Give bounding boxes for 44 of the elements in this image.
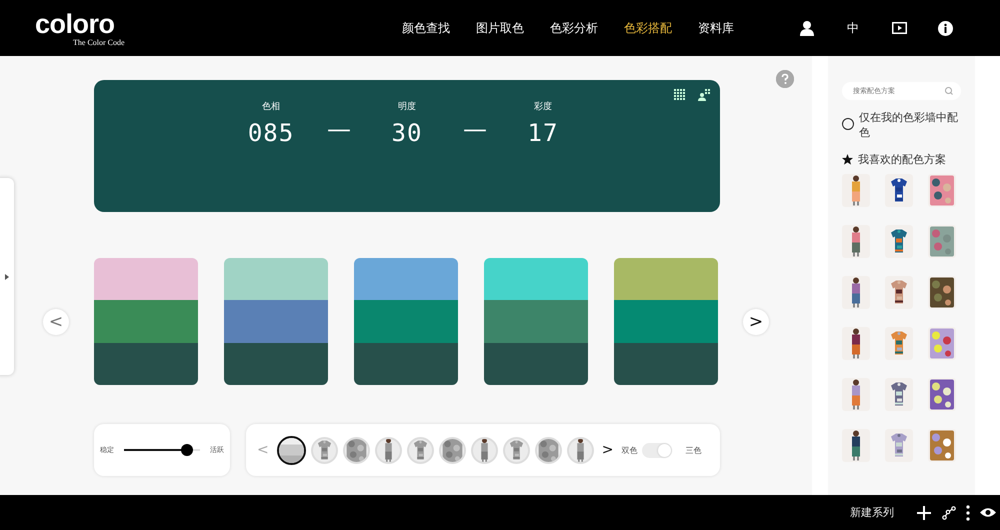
chevron-icon[interactable] bbox=[4, 274, 10, 280]
add-icon[interactable] bbox=[916, 504, 932, 520]
eye-icon[interactable] bbox=[980, 507, 996, 518]
palette-card[interactable] bbox=[224, 258, 328, 385]
next-button[interactable]: > bbox=[598, 442, 616, 458]
new-series-label[interactable]: 新建系列 bbox=[850, 505, 894, 520]
style-option[interactable] bbox=[276, 436, 306, 464]
separator: — bbox=[462, 115, 488, 143]
favorites-title: 我喜欢的配色方案 bbox=[858, 152, 946, 167]
field-label: 明度 bbox=[398, 100, 416, 113]
separator: — bbox=[326, 115, 352, 143]
field-value: 30 bbox=[392, 119, 422, 147]
toggle-label: 三色 bbox=[685, 444, 702, 456]
language-button[interactable]: 中 bbox=[841, 18, 865, 38]
user-icon[interactable] bbox=[800, 20, 814, 36]
field-value: 17 bbox=[528, 119, 558, 147]
nodes-icon[interactable] bbox=[942, 506, 956, 520]
field-value: 085 bbox=[248, 119, 294, 147]
field-label: 彩度 bbox=[534, 100, 552, 113]
nav-item[interactable]: 色彩搭配 bbox=[624, 20, 672, 36]
color-count-toggle[interactable] bbox=[642, 442, 672, 458]
star-icon bbox=[842, 154, 853, 165]
tagline: The Color Code bbox=[73, 38, 125, 46]
next-button[interactable]: > bbox=[743, 308, 769, 334]
palette-card[interactable] bbox=[354, 258, 458, 385]
palette-card[interactable] bbox=[614, 258, 718, 385]
nav-item[interactable]: 图片取色 bbox=[476, 20, 524, 36]
more-icon[interactable] bbox=[966, 504, 970, 520]
radio-label[interactable]: 仅在我的色彩墙中配色 bbox=[859, 110, 961, 140]
logo[interactable]: coloro bbox=[35, 10, 115, 38]
nav-item[interactable]: 颜色查找 bbox=[402, 20, 450, 36]
palette-card[interactable] bbox=[94, 258, 198, 385]
previous-button[interactable]: < bbox=[43, 308, 69, 334]
palette-card[interactable] bbox=[484, 258, 588, 385]
radio-button[interactable] bbox=[842, 118, 854, 130]
video-icon[interactable] bbox=[892, 22, 906, 34]
grid-icon[interactable] bbox=[674, 89, 686, 101]
nav-item[interactable]: 色彩分析 bbox=[550, 20, 598, 36]
nav-item[interactable]: 资料库 bbox=[698, 20, 734, 36]
field-label: 色相 bbox=[262, 100, 280, 113]
toggle-label: 双色 bbox=[621, 444, 638, 456]
person-grid-icon[interactable] bbox=[698, 89, 710, 101]
info-icon[interactable] bbox=[938, 20, 952, 36]
slider-thumb[interactable] bbox=[181, 444, 194, 456]
